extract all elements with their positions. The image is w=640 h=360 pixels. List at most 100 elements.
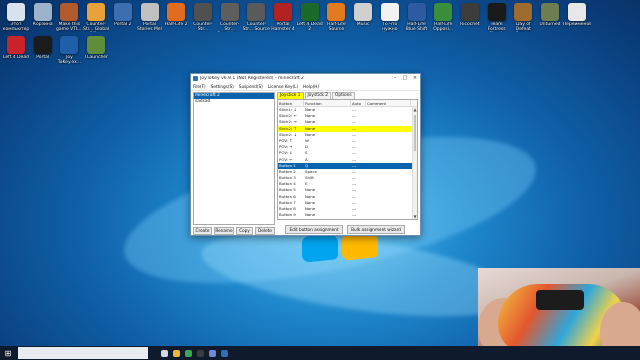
- desktop-icon-label: То что нужно Чтобы вставать: [382, 22, 398, 32]
- table-row[interactable]: Button 9 None ---: [278, 212, 417, 218]
- title-bar[interactable]: JoyToKey v6.9.1 (Not Registered) - minec…: [191, 74, 420, 83]
- app-icon: [407, 3, 426, 21]
- column-header-button[interactable]: Button: [278, 100, 304, 106]
- desktop-icon[interactable]: Корзина: [29, 3, 57, 32]
- desktop-icon[interactable]: Left 4 Dead: [2, 36, 30, 65]
- joytokey-app-icon: [193, 76, 198, 81]
- desktop-icon[interactable]: Ricochet: [456, 3, 484, 32]
- app-icon: [167, 3, 186, 21]
- scroll-up-icon[interactable]: ▲: [413, 107, 417, 112]
- rename-button[interactable]: Rename: [214, 227, 234, 235]
- menu-settings[interactable]: Settings(S): [211, 84, 234, 89]
- tab-options[interactable]: Options: [332, 92, 355, 99]
- desktop-icon[interactable]: Counter-Str... Global Offe...: [82, 3, 110, 32]
- table-body: Stick1: ↓ None --- Stick2: ← None --- Stick2: …: [278, 107, 417, 218]
- desktop-icon[interactable]: TLauncher: [82, 36, 110, 65]
- desktop-icon[interactable]: Portal: [29, 36, 57, 65]
- joytokey-icon-glyph: [220, 349, 228, 357]
- desktop-icon-label: Этот компьютер: [2, 22, 30, 32]
- tab-joystick-1[interactable]: Joystick 1: [277, 92, 304, 99]
- desktop-icon[interactable]: Half-Life Blue Shift: [403, 3, 431, 32]
- app-icon: [113, 3, 132, 21]
- desktop-icon[interactable]: Counter-Str... Source: [242, 3, 270, 32]
- app-icon: [87, 3, 106, 21]
- joytokey-window[interactable]: JoyToKey v6.9.1 (Not Registered) - minec…: [190, 73, 421, 236]
- desktop-icon-label: Half-Life 2: [164, 22, 188, 27]
- app-icon: [193, 3, 212, 21]
- column-header-auto[interactable]: Auto: [351, 100, 366, 106]
- desktop-icon[interactable]: Counter-Str...: [189, 3, 217, 32]
- desktop-icon-label: Counter-Str...: [193, 22, 213, 32]
- tab-joystick-2[interactable]: Joystick 2: [304, 92, 332, 99]
- desktop-icon-label: Half-Life Source: [327, 22, 346, 32]
- explorer-icon[interactable]: [170, 346, 182, 360]
- edit-button-assignment-button[interactable]: Edit button assignment: [285, 225, 343, 234]
- desktop-icon[interactable]: Unturned: [536, 3, 564, 32]
- taskview-icon[interactable]: [158, 346, 170, 360]
- explorer-icon-glyph: [172, 349, 180, 357]
- cell-function: None: [305, 212, 316, 218]
- joytokey-icon[interactable]: [218, 346, 230, 360]
- discord-icon[interactable]: [206, 346, 218, 360]
- close-icon[interactable]: ×: [410, 74, 420, 83]
- maximize-icon[interactable]: □: [400, 74, 410, 83]
- column-header-comment[interactable]: Comment: [366, 100, 411, 106]
- desktop-icon[interactable]: Half-Life Opposi...: [429, 3, 457, 32]
- desktop-icon-label: Make this game VTL...: [55, 22, 83, 32]
- column-header-function[interactable]: Function: [304, 100, 351, 106]
- vertical-scrollbar[interactable]: ▲ ▼: [412, 107, 417, 219]
- desktop-icon[interactable]: Portal Stories Mel: [136, 3, 164, 32]
- start-button[interactable]: ⊞: [0, 346, 16, 360]
- scroll-down-icon[interactable]: ▼: [413, 214, 417, 219]
- desktop-icon[interactable]: Half-Life Source: [322, 3, 350, 32]
- minimize-icon[interactable]: –: [390, 74, 400, 83]
- scroll-thumb[interactable]: [414, 115, 416, 151]
- menu-suspend[interactable]: Suspend(S): [239, 84, 263, 89]
- app-icon: [541, 3, 559, 21]
- menu-bar: File(F) Settings(S) Suspend(S) License K…: [191, 83, 420, 91]
- app-icon: [300, 3, 319, 21]
- desktop-icon-label: Корзина: [32, 22, 53, 27]
- cell-button: Button 9: [279, 212, 296, 218]
- app-icon: [567, 3, 586, 21]
- desktop-icon[interactable]: Counter-Str... Condition...: [216, 3, 244, 32]
- desktop-icon[interactable]: Этот компьютер: [2, 3, 30, 32]
- app-icon: [514, 3, 533, 21]
- desktop-icon[interactable]: Переименов...: [563, 3, 591, 32]
- delete-button[interactable]: Delete: [255, 227, 275, 235]
- profile-list[interactable]: minecraft 2 sadsad: [193, 92, 275, 225]
- app-icon: [60, 3, 79, 21]
- table-header: Button Function Auto Comment: [278, 100, 417, 107]
- desktop-icon[interactable]: Day of Defeat Source: [509, 3, 537, 32]
- taskview-icon-glyph: [160, 349, 168, 357]
- desktop-icon-label: Left 4 Dead 2: [296, 22, 323, 32]
- menu-file[interactable]: File(F): [193, 84, 206, 89]
- desktop-icon[interactable]: Portal Hamster 4: [269, 3, 297, 32]
- create-button[interactable]: Create: [193, 227, 212, 235]
- copy-button[interactable]: Copy: [236, 227, 253, 235]
- desktop-icon[interactable]: Team Fortress Classic: [483, 3, 511, 32]
- desktop-icon[interactable]: Joy ToKey.ex...: [55, 36, 83, 65]
- desktop-icon[interactable]: То что нужно Чтобы вставать: [376, 3, 404, 32]
- app-icon: [274, 3, 292, 21]
- desktop-icon-label: Portal Stories Mel: [137, 22, 162, 32]
- desktop-icon-label: Counter-Str... Source: [242, 22, 270, 32]
- desktop-icon[interactable]: Music: [349, 3, 377, 32]
- desktop-icon[interactable]: Half-Life 2: [162, 3, 190, 32]
- desktop-icon[interactable]: Portal 2: [109, 3, 137, 32]
- obs-icon[interactable]: [194, 346, 206, 360]
- desktop-icon[interactable]: Left 4 Dead 2: [296, 3, 324, 32]
- menu-license[interactable]: License Key(L): [268, 84, 298, 89]
- app-icon: [7, 36, 25, 54]
- profile-item[interactable]: sadsad: [194, 99, 274, 105]
- chrome-icon[interactable]: [182, 346, 194, 360]
- window-title: JoyToKey v6.9.1 (Not Registered) - minec…: [200, 76, 304, 81]
- desktop-icon-label: Left 4 Dead: [2, 55, 30, 60]
- bulk-assignment-wizard-button[interactable]: Bulk assignment wizard: [347, 225, 405, 234]
- button-assignment-table[interactable]: Button Function Auto Comment Stick1: ↓ No…: [277, 99, 418, 220]
- taskbar-apps: [158, 346, 230, 360]
- taskbar-search-input[interactable]: [18, 347, 148, 359]
- desktop-icon[interactable]: Make this game VTL...: [55, 3, 83, 32]
- menu-help[interactable]: Help(H): [303, 84, 319, 89]
- tab-strip: Joystick 1 Joystick 2 Options: [277, 92, 356, 99]
